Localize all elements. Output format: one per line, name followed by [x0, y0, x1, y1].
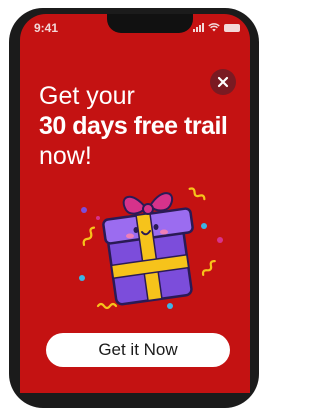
- status-icons: [193, 22, 240, 32]
- confetti: [201, 223, 207, 229]
- promo-headline: Get your 30 days free trail now!: [39, 81, 244, 171]
- confetti: [201, 260, 216, 276]
- gift-eye: [133, 227, 139, 233]
- confetti: [96, 302, 118, 310]
- headline-line-2: 30 days free trail: [39, 112, 228, 140]
- notch: [107, 14, 193, 33]
- gift-cheek: [160, 229, 168, 235]
- status-bar: 9:41: [20, 14, 250, 40]
- gift-bow: [142, 203, 154, 215]
- headline-line-3: now!: [39, 142, 92, 170]
- get-it-now-button[interactable]: Get it Now: [46, 333, 230, 367]
- signal-icon: [193, 23, 204, 32]
- confetti: [217, 237, 223, 243]
- gift-cheek: [126, 233, 134, 239]
- confetti: [96, 216, 100, 220]
- gift-box-illustration: [79, 187, 223, 310]
- promo-screen: 9:41 Get your 30 days free trail now! Ge…: [20, 14, 250, 393]
- gift-eye: [153, 224, 159, 230]
- headline-line-1: Get your: [39, 82, 135, 110]
- confetti: [167, 303, 173, 309]
- confetti: [82, 226, 96, 247]
- wifi-icon: [208, 23, 220, 32]
- confetti: [79, 275, 85, 281]
- confetti: [188, 187, 206, 201]
- battery-icon: [224, 24, 240, 32]
- status-time: 9:41: [34, 21, 59, 35]
- confetti: [81, 207, 87, 213]
